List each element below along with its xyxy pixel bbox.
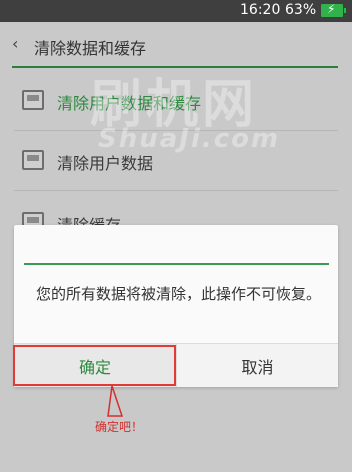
callout-arrow [107,385,124,417]
annotation-text: 确定吧！ [95,420,144,434]
